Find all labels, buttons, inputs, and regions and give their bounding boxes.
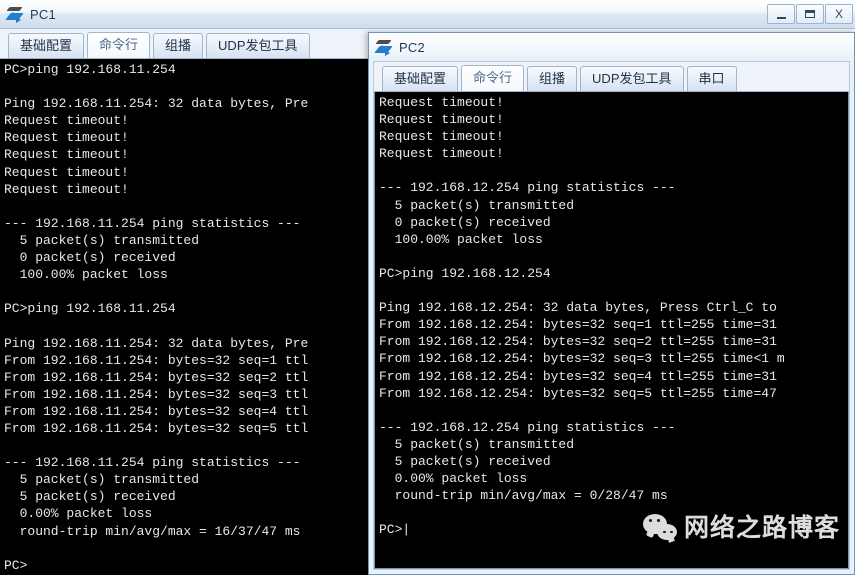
tab-udp-tool[interactable]: UDP发包工具: [206, 33, 310, 58]
network-device-icon: [5, 4, 26, 24]
pc2-terminal-output[interactable]: Request timeout! Request timeout! Reques…: [375, 92, 848, 568]
close-icon: X: [834, 7, 843, 21]
minimize-button[interactable]: [767, 4, 795, 24]
tab-multicast[interactable]: 组播: [527, 66, 578, 91]
tab-udp-tool[interactable]: UDP发包工具: [580, 66, 684, 91]
pc2-tabstrip: 基础配置 命令行 组播 UDP发包工具 串口: [374, 62, 849, 92]
minimize-icon: [776, 16, 786, 19]
pc2-window[interactable]: PC2 基础配置 命令行 组播 UDP发包工具 串口 Request timeo…: [368, 32, 855, 575]
pc2-title: PC2: [399, 39, 425, 55]
pc2-terminal-area: Request timeout! Request timeout! Reques…: [374, 92, 849, 569]
maximize-icon: [805, 10, 815, 18]
tab-basic-config[interactable]: 基础配置: [382, 66, 459, 91]
pc2-content: 基础配置 命令行 组播 UDP发包工具 串口 Request timeout! …: [373, 61, 850, 570]
close-button[interactable]: X: [825, 4, 853, 24]
pc1-window-controls: X: [766, 0, 853, 28]
network-device-icon: [374, 37, 395, 57]
pc2-titlebar[interactable]: PC2: [369, 33, 854, 61]
tab-multicast[interactable]: 组播: [153, 33, 204, 58]
tab-serial-port[interactable]: 串口: [686, 66, 737, 91]
maximize-button[interactable]: [796, 4, 824, 24]
tab-command-line[interactable]: 命令行: [461, 65, 525, 91]
tab-command-line[interactable]: 命令行: [87, 32, 151, 58]
pc1-title: PC1: [30, 6, 56, 22]
pc1-titlebar[interactable]: PC1 X: [0, 0, 855, 29]
tab-basic-config[interactable]: 基础配置: [8, 33, 85, 58]
